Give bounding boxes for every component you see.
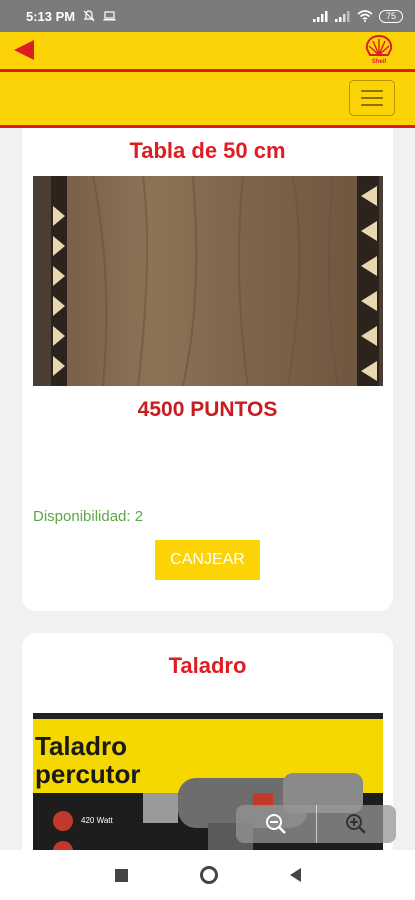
- product-title: Taladro: [168, 653, 247, 678]
- product-image-board: [33, 176, 383, 386]
- signal-icon: [313, 10, 328, 22]
- product-points: 4500 PUNTOS: [137, 398, 278, 421]
- redeem-button[interactable]: CANJEAR: [155, 540, 260, 580]
- muted-bell-icon: [83, 10, 95, 22]
- hamburger-menu-icon[interactable]: [349, 80, 395, 116]
- home-icon[interactable]: [199, 866, 218, 884]
- app-top-bar: Shell: [0, 32, 415, 69]
- drill-box-text-1: Taladro: [35, 731, 127, 761]
- zoom-out-icon[interactable]: [236, 805, 316, 843]
- status-bar: 5:13 PM 75: [0, 0, 415, 32]
- product-list[interactable]: Tabla de 50 cm 4500 PUNTOS Disponibilida…: [0, 128, 415, 850]
- system-nav-bar: [0, 850, 415, 900]
- zoom-controls: [236, 805, 396, 843]
- shell-logo-text: Shell: [372, 59, 387, 65]
- shell-logo: Shell: [365, 35, 393, 65]
- wifi-icon: [357, 10, 373, 22]
- recents-icon[interactable]: [114, 868, 128, 882]
- drill-box-text-2: percutor: [35, 759, 140, 789]
- product-title: Tabla de 50 cm: [129, 138, 286, 163]
- laptop-icon: [103, 11, 116, 21]
- signal-icon: [335, 10, 350, 22]
- product-card: Tabla de 50 cm 4500 PUNTOS Disponibilida…: [22, 128, 393, 611]
- nav-bar: [0, 72, 415, 125]
- back-arrow-icon[interactable]: [12, 39, 36, 61]
- product-availability: Disponibilidad: 2: [33, 508, 144, 525]
- drill-box-badge: 420 Watt: [81, 816, 113, 825]
- system-back-icon[interactable]: [289, 868, 301, 882]
- battery-icon: 75: [379, 9, 403, 23]
- zoom-in-icon[interactable]: [315, 805, 397, 843]
- status-time: 5:13 PM: [26, 8, 76, 24]
